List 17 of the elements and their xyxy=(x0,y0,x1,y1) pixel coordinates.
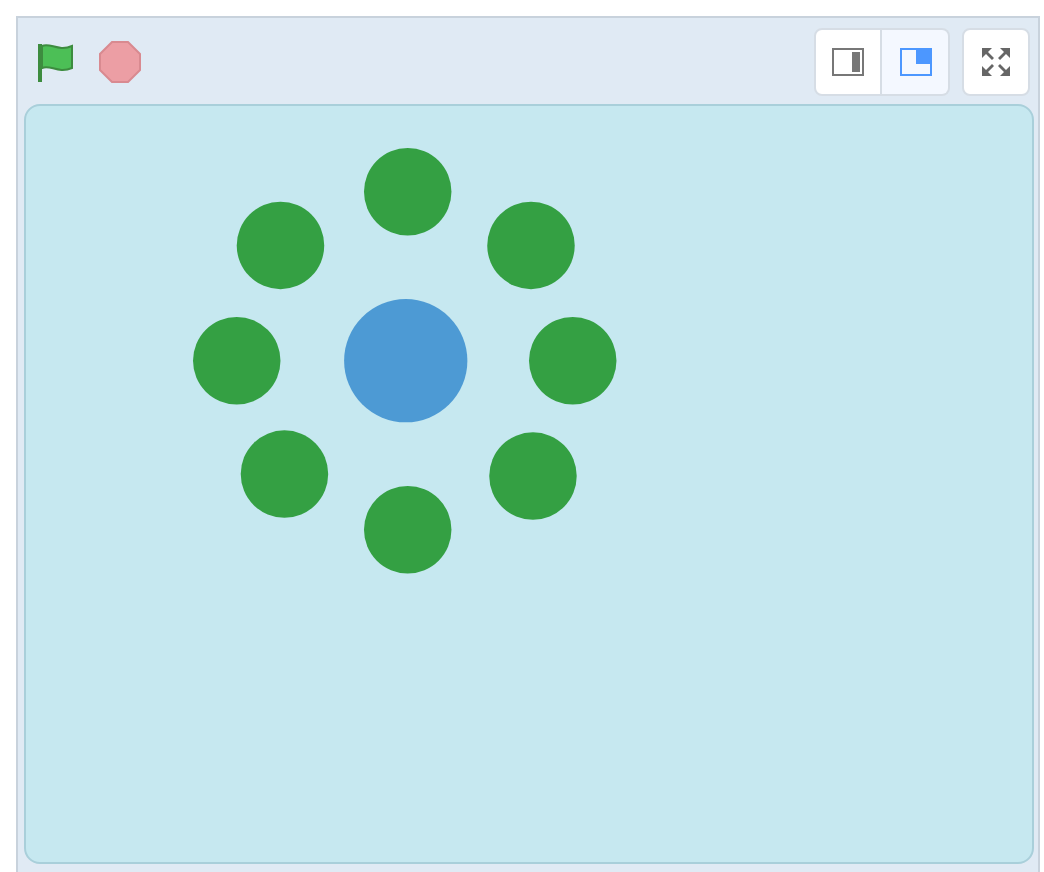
small-circle xyxy=(487,201,575,290)
flag-button[interactable] xyxy=(34,39,78,83)
large-circle xyxy=(344,299,468,423)
fullscreen-button[interactable] xyxy=(962,27,1030,95)
large-stage-icon xyxy=(899,47,931,75)
small-circle xyxy=(236,201,325,290)
stop-button[interactable] xyxy=(98,39,142,83)
small-circle xyxy=(489,432,577,520)
small-circle xyxy=(529,317,617,405)
small-circle xyxy=(364,486,452,574)
small-circle xyxy=(364,148,452,236)
small-circle xyxy=(240,430,329,518)
small-stage-button[interactable] xyxy=(814,27,882,95)
small-circle xyxy=(193,317,281,405)
large-stage-button[interactable] xyxy=(882,27,950,95)
small-stage-icon xyxy=(832,47,864,75)
fullscreen-icon xyxy=(980,45,1012,77)
